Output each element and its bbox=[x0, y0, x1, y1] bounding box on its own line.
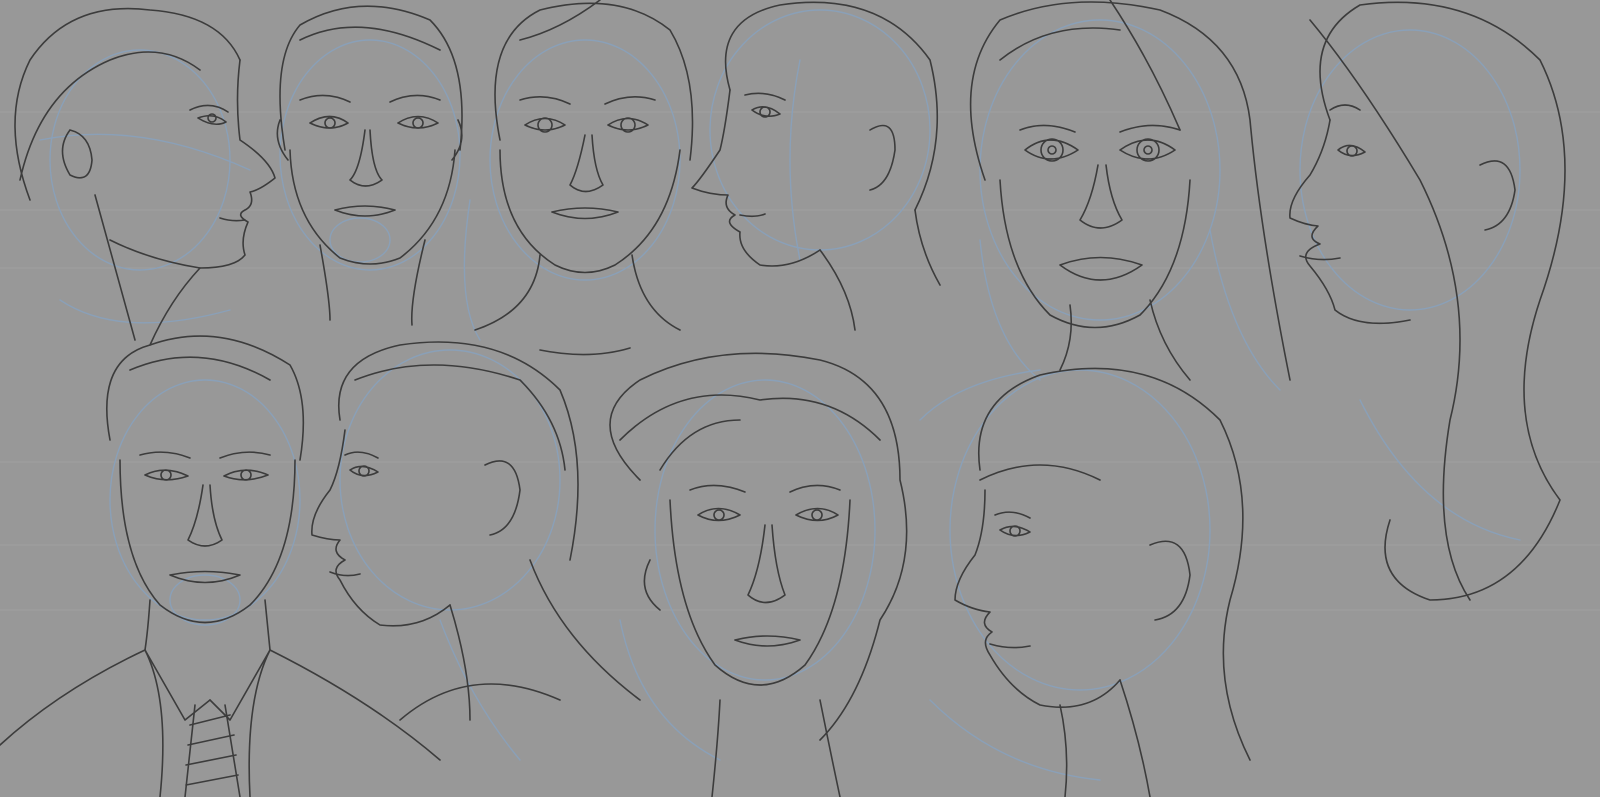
sketch-canvas bbox=[0, 0, 1600, 797]
canvas-background bbox=[0, 0, 1600, 797]
